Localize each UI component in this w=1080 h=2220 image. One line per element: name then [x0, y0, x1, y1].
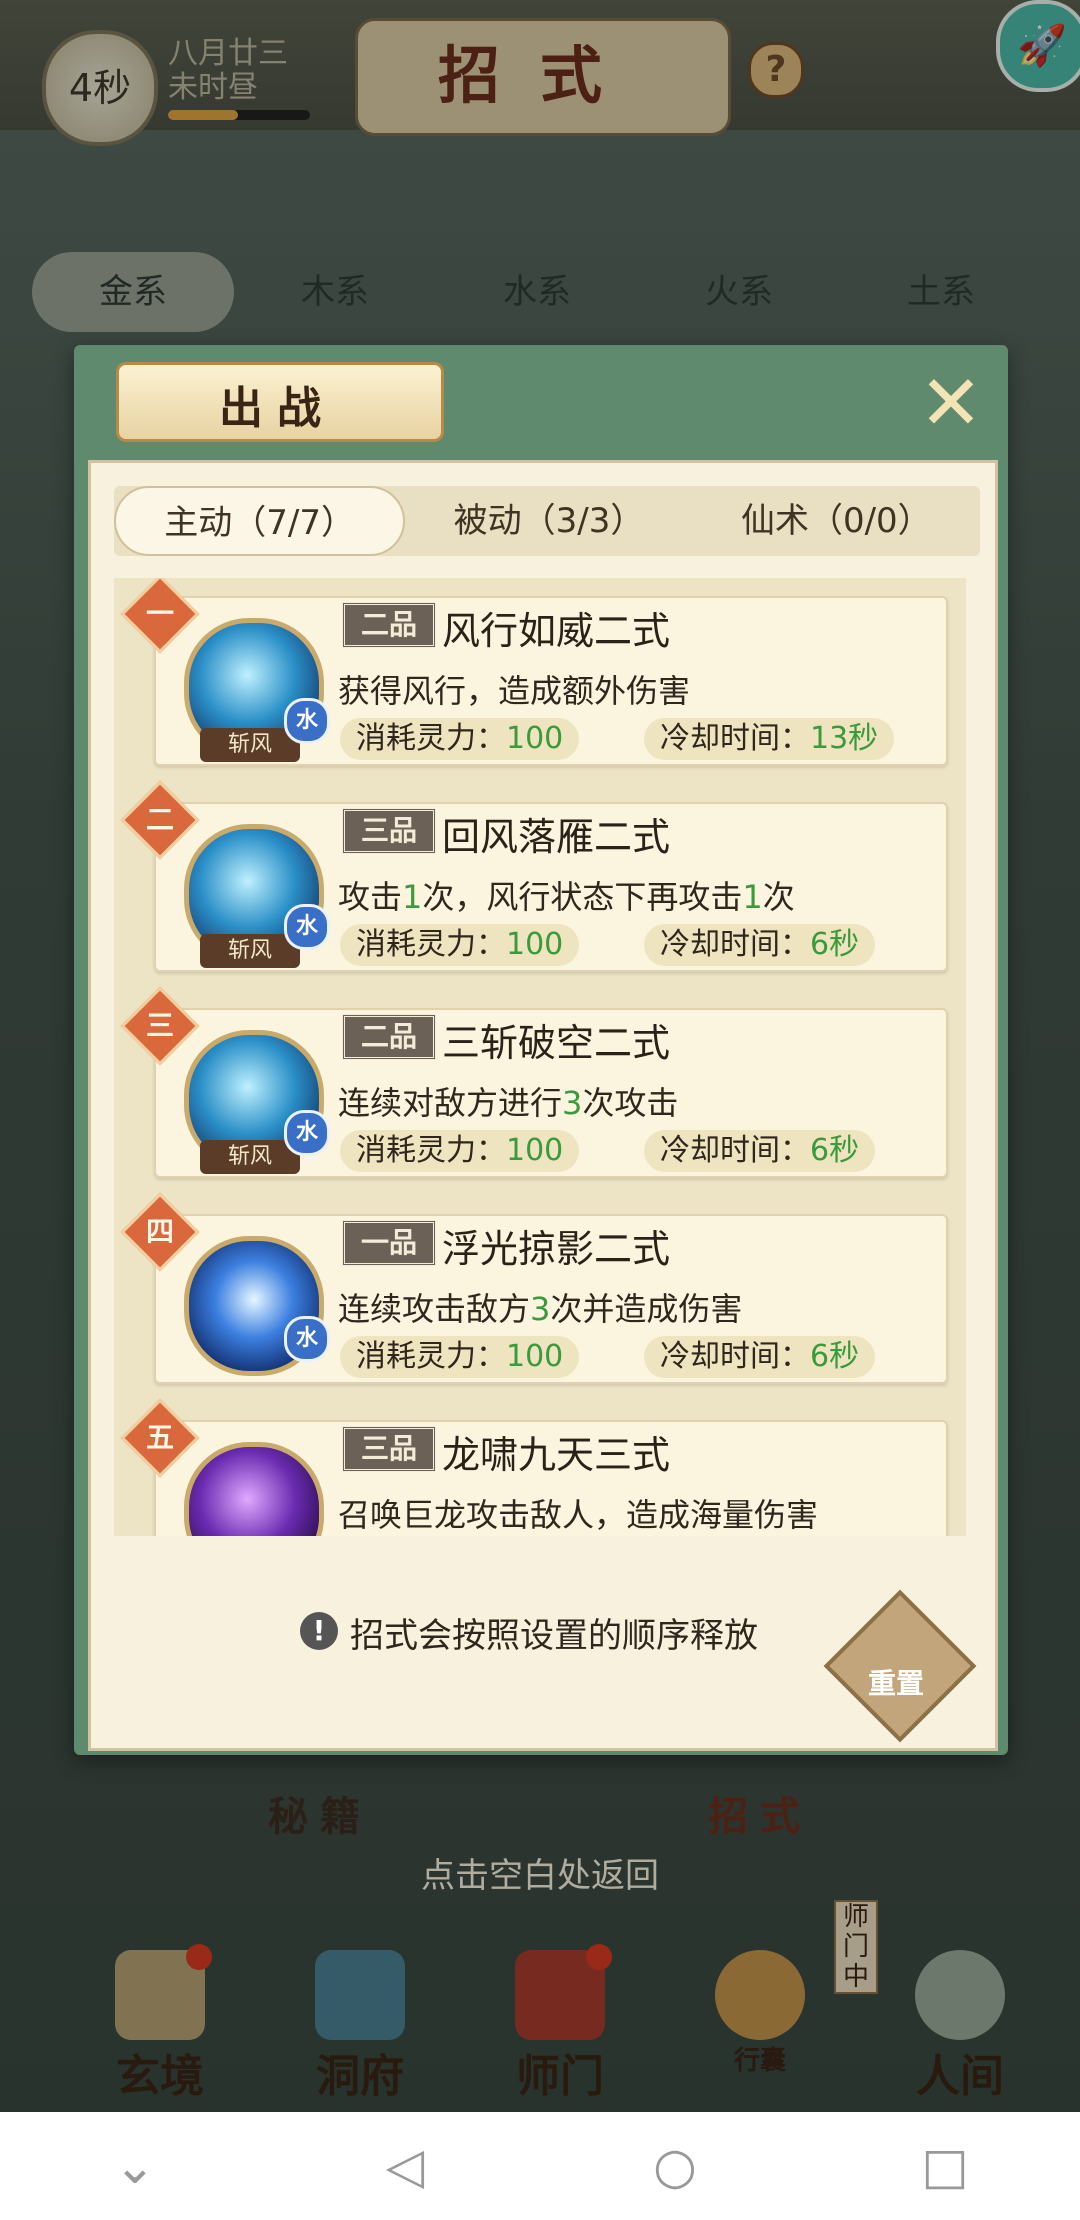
grade-badge: 三品	[342, 1426, 436, 1472]
desc-number: 3	[562, 1084, 583, 1122]
desc-number: 1	[402, 878, 423, 916]
stat-label: 冷却时间：	[660, 1133, 810, 1168]
desc-text: 攻击	[338, 878, 403, 916]
skill-description: 获得风行，造成额外伤害	[338, 672, 691, 710]
grade-badge: 一品	[342, 1220, 436, 1266]
stat-value: 100	[506, 1339, 564, 1374]
stat-value: 6秒	[810, 927, 860, 962]
tab-active-skills[interactable]: 主动（7/7）	[114, 486, 406, 556]
desc-text: 连续对敌方进行	[338, 1084, 563, 1122]
element-badge: 水	[284, 1316, 330, 1362]
skill-name: 风行如威二式	[442, 609, 671, 653]
stat-value: 100	[506, 721, 564, 756]
tab-immortal-arts[interactable]: 仙术（0/0）	[693, 486, 980, 556]
skill-description: 攻击1次，风行状态下再攻击1次	[338, 872, 795, 918]
stat-label: 冷却时间：	[660, 1339, 810, 1374]
element-badge: 水	[284, 904, 330, 950]
stat-value: 6秒	[810, 1339, 860, 1374]
close-button[interactable]: ✕	[916, 365, 986, 441]
stat-value: 13秒	[810, 721, 879, 756]
order-number: 一	[145, 597, 174, 630]
stat-label: 冷却时间：	[660, 927, 810, 962]
skill-item[interactable]: 三 斩风 水 二品 三斩破空二式 连续对敌方进行3次攻击 消耗灵力：100 冷却…	[120, 986, 948, 1180]
order-hint: 招式会按照设置的顺序释放	[350, 1616, 758, 1656]
skill-tag: 斩风	[200, 934, 300, 968]
grade-badge: 二品	[342, 602, 436, 648]
desc-text: 连续攻击敌方	[338, 1290, 531, 1328]
spirit-cost: 消耗灵力：100	[340, 1336, 580, 1378]
spirit-cost: 消耗灵力：100	[340, 924, 580, 966]
element-badge: 水	[284, 698, 330, 744]
skill-description: 召唤巨龙攻击敌人，造成海量伤害	[338, 1496, 819, 1534]
home-icon[interactable]: ○	[635, 2126, 715, 2206]
skill-type-tabs: 主动（7/7） 被动（3/3） 仙术（0/0）	[114, 486, 980, 556]
stat-label: 消耗灵力：	[356, 721, 506, 756]
close-icon: ✕	[919, 358, 983, 447]
info-icon: !	[300, 1612, 338, 1650]
skill-list[interactable]: 一 斩风 水 二品 风行如威二式 获得风行，造成额外伤害 消耗灵力：100 冷却…	[114, 578, 966, 1536]
skill-name: 龙啸九天三式	[442, 1433, 671, 1477]
stat-value: 100	[506, 1133, 564, 1168]
grade-badge: 三品	[342, 808, 436, 854]
system-navigation-bar: ⌄ ◁ ○ □	[0, 2112, 1080, 2220]
skill-item[interactable]: 五 三品 龙啸九天三式 召唤巨龙攻击敌人，造成海量伤害	[120, 1398, 948, 1536]
desc-text: 次攻击	[582, 1084, 679, 1122]
skill-tag: 斩风	[200, 1140, 300, 1174]
skill-name: 回风落雁二式	[442, 815, 671, 859]
skill-name: 三斩破空二式	[442, 1021, 671, 1065]
skill-tag: 斩风	[200, 728, 300, 762]
order-number: 二	[145, 803, 174, 836]
stat-value: 6秒	[810, 1133, 860, 1168]
order-number: 四	[145, 1215, 174, 1248]
skill-description: 连续对敌方进行3次攻击	[338, 1078, 678, 1124]
skill-item[interactable]: 一 斩风 水 二品 风行如威二式 获得风行，造成额外伤害 消耗灵力：100 冷却…	[120, 578, 948, 768]
cooldown-time: 冷却时间：6秒	[644, 924, 876, 966]
desc-number: 3	[530, 1290, 551, 1328]
desc-text: 次	[762, 878, 795, 916]
cooldown-time: 冷却时间：6秒	[644, 1130, 876, 1172]
cooldown-time: 冷却时间：13秒	[644, 718, 895, 760]
spirit-cost: 消耗灵力：100	[340, 718, 580, 760]
stat-label: 消耗灵力：	[356, 927, 506, 962]
element-badge: 水	[284, 1110, 330, 1156]
chevron-down-icon[interactable]: ⌄	[95, 2126, 175, 2206]
desc-text: 次，风行状态下再攻击	[422, 878, 743, 916]
grade-badge: 二品	[342, 1014, 436, 1060]
order-number: 三	[145, 1009, 174, 1042]
reset-label: 重置	[867, 1667, 924, 1700]
stat-label: 消耗灵力：	[356, 1339, 506, 1374]
recents-icon[interactable]: □	[905, 2126, 985, 2206]
stat-label: 消耗灵力：	[356, 1133, 506, 1168]
desc-text: 次并造成伤害	[550, 1290, 743, 1328]
stat-value: 100	[506, 927, 564, 962]
desc-number: 1	[742, 878, 763, 916]
stat-label: 冷却时间：	[660, 721, 810, 756]
skill-description: 连续攻击敌方3次并造成伤害	[338, 1284, 742, 1330]
skill-item[interactable]: 二 斩风 水 三品 回风落雁二式 攻击1次，风行状态下再攻击1次 消耗灵力：10…	[120, 780, 948, 974]
skill-item[interactable]: 四 水 一品 浮光掠影二式 连续攻击敌方3次并造成伤害 消耗灵力：100 冷却时…	[120, 1192, 948, 1386]
dialog-title: 出战	[219, 383, 335, 434]
tab-passive-skills[interactable]: 被动（3/3）	[405, 486, 692, 556]
cooldown-time: 冷却时间：6秒	[644, 1336, 876, 1378]
order-number: 五	[145, 1421, 174, 1454]
back-icon[interactable]: ◁	[365, 2126, 445, 2206]
spirit-cost: 消耗灵力：100	[340, 1130, 580, 1172]
skill-name: 浮光掠影二式	[442, 1227, 671, 1271]
